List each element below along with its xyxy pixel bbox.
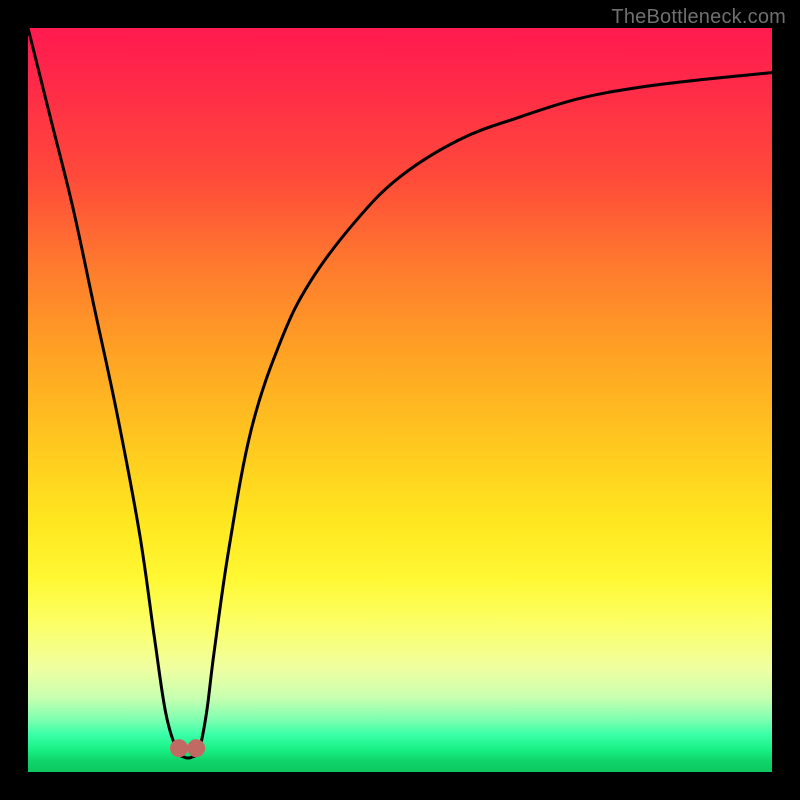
bottleneck-curve xyxy=(28,28,772,758)
plot-area xyxy=(28,28,772,772)
curve-layer xyxy=(28,28,772,772)
curve-endpoints xyxy=(170,739,205,757)
curve-marker xyxy=(187,739,205,757)
watermark-text: TheBottleneck.com xyxy=(611,6,786,29)
curve-marker xyxy=(170,739,188,757)
chart-frame: TheBottleneck.com xyxy=(0,0,800,800)
